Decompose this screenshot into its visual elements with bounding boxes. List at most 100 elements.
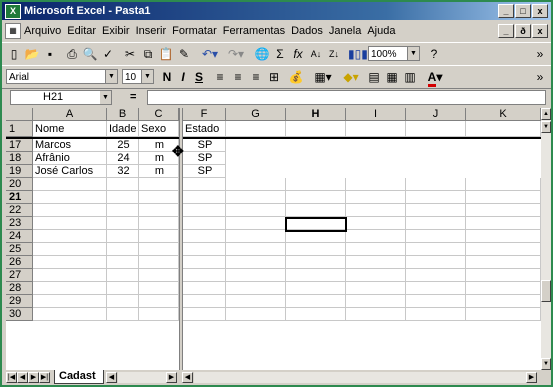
column-header-k[interactable]: K [466,108,541,121]
fill-color-icon[interactable]: ◆▾ [338,69,364,85]
cell-g21[interactable] [226,191,286,204]
formula-equals-icon[interactable]: = [130,91,136,103]
cell-c19[interactable]: m [139,165,179,178]
select-all-corner[interactable] [6,108,33,121]
cell-h29[interactable] [286,295,346,308]
prev-sheet-icon[interactable]: ◀ [17,372,28,383]
sheet-icon[interactable]: ▥ [402,69,418,85]
cell-k27[interactable] [466,269,541,282]
cell-b24[interactable] [107,230,139,243]
row-header-18[interactable]: 18 [6,152,33,165]
cell-f25[interactable] [183,243,226,256]
cell-c26[interactable] [139,256,179,269]
cell-j22[interactable] [406,204,466,217]
paste-icon[interactable]: 📋 [158,46,174,62]
menu-arquivo[interactable]: Arquivo [24,25,61,37]
hyperlink-icon[interactable]: 🌐 [254,46,270,62]
cell-j24[interactable] [406,230,466,243]
cell-i28[interactable] [346,282,406,295]
cut-icon[interactable]: ✂ [122,46,138,62]
cell-a28[interactable] [33,282,107,295]
title-bar[interactable]: X Microsoft Excel - Pasta1 _ □ x [2,2,551,20]
row-header-25[interactable]: 25 [6,243,33,256]
font-size-select[interactable]: 10 ▼ [122,69,154,84]
cell-k23[interactable] [466,217,541,230]
cell-f28[interactable] [183,282,226,295]
row-header-27[interactable]: 27 [6,269,33,282]
row-header-22[interactable]: 22 [6,204,33,217]
cell-i1[interactable] [346,121,406,137]
help-icon[interactable]: ? [426,46,442,62]
cell-f22[interactable] [183,204,226,217]
cell-a20[interactable] [33,178,107,191]
font-color-icon[interactable]: A▾ [422,69,448,87]
cell-c25[interactable] [139,243,179,256]
cell-c27[interactable] [139,269,179,282]
cell-h22[interactable] [286,204,346,217]
cell-b25[interactable] [107,243,139,256]
function-icon[interactable]: fx [290,46,306,62]
menu-exibir[interactable]: Exibir [102,25,130,37]
cell-b26[interactable] [107,256,139,269]
cell-a25[interactable] [33,243,107,256]
cell-g29[interactable] [226,295,286,308]
align-right-icon[interactable]: ≡ [248,69,264,85]
cell-h28[interactable] [286,282,346,295]
cell-k21[interactable] [466,191,541,204]
cell-j30[interactable] [406,308,466,321]
cell-a30[interactable] [33,308,107,321]
cell-a21[interactable] [33,191,107,204]
undo-icon[interactable]: ↶▾ [198,46,222,62]
left-horizontal-scrollbar[interactable] [118,372,166,383]
column-header-h[interactable]: H [286,108,346,121]
cell-j23[interactable] [406,217,466,230]
cell-h21[interactable] [286,191,346,204]
row-header-19[interactable]: 19 [6,165,33,178]
row-header-24[interactable]: 24 [6,230,33,243]
scroll-down-icon[interactable]: ▼ [541,358,551,370]
cell-f30[interactable] [183,308,226,321]
cell-i24[interactable] [346,230,406,243]
cell-b23[interactable] [107,217,139,230]
doc-restore-button[interactable]: ð [515,24,531,38]
scroll-up-icon[interactable]: ▲ [541,108,551,120]
cell-a27[interactable] [33,269,107,282]
cell-a24[interactable] [33,230,107,243]
sheet-tab-cadast[interactable]: Cadast [54,370,104,384]
cell-c22[interactable] [139,204,179,217]
copy-icon[interactable]: ⧉ [140,46,156,62]
scroll-right-icon[interactable]: ▶ [526,372,537,383]
row-header-20[interactable]: 20 [6,178,33,191]
cell-a23[interactable] [33,217,107,230]
open-icon[interactable]: 📂 [24,46,40,62]
cell-b22[interactable] [107,204,139,217]
cell-a19[interactable]: José Carlos [33,165,107,178]
cell-a22[interactable] [33,204,107,217]
cell-b21[interactable] [107,191,139,204]
cell-g27[interactable] [226,269,286,282]
scroll-up-icon[interactable]: ▼ [541,121,551,133]
column-header-g[interactable]: G [226,108,286,121]
cell-k25[interactable] [466,243,541,256]
cell-b29[interactable] [107,295,139,308]
cell-f20[interactable] [183,178,226,191]
cell-f24[interactable] [183,230,226,243]
cell-g23[interactable] [226,217,286,230]
active-cell-selection[interactable] [285,217,347,232]
cell-k1[interactable] [466,121,541,137]
cell-h30[interactable] [286,308,346,321]
column-header-j[interactable]: J [406,108,466,121]
cell-k20[interactable] [466,178,541,191]
menu-dados[interactable]: Dados [291,25,323,37]
cell-b30[interactable] [107,308,139,321]
cell-b27[interactable] [107,269,139,282]
cell-f18[interactable]: SP [183,152,226,165]
cell-i25[interactable] [346,243,406,256]
cell-i30[interactable] [346,308,406,321]
cell-a26[interactable] [33,256,107,269]
column-header-b[interactable]: B [107,108,139,121]
cell-k26[interactable] [466,256,541,269]
cell-i23[interactable] [346,217,406,230]
cell-c29[interactable] [139,295,179,308]
autosum-icon[interactable]: Σ [272,46,288,62]
